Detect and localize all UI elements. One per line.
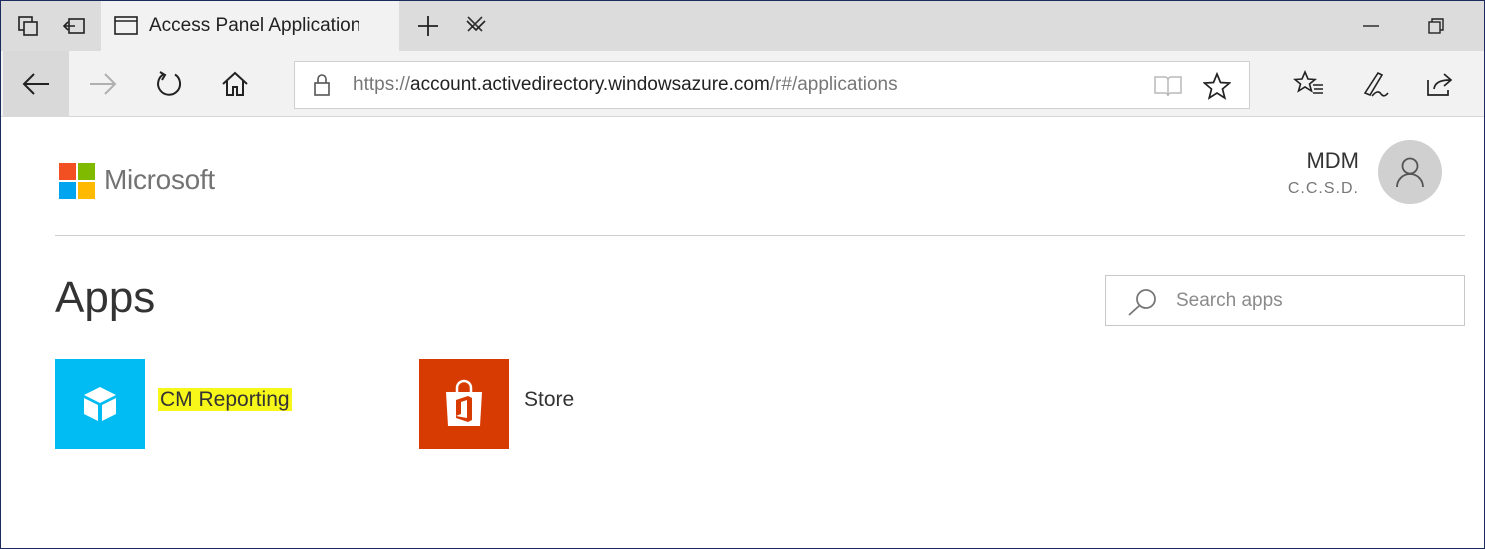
office-bag-icon	[446, 379, 482, 426]
cube-icon	[84, 387, 116, 421]
share-icon[interactable]	[1411, 61, 1467, 107]
user-organization: C.C.S.D.	[1287, 180, 1359, 197]
app-tile-cm-reporting[interactable]	[55, 359, 145, 449]
page-icon	[114, 15, 138, 42]
lock-icon	[313, 73, 331, 102]
home-icon[interactable]	[207, 61, 263, 107]
app-label-store[interactable]: Store	[524, 388, 574, 412]
tabs-aside-icon[interactable]	[57, 9, 91, 43]
microsoft-logo	[59, 163, 95, 199]
browser-window: Access Panel Application https://account…	[0, 0, 1485, 549]
url-text[interactable]: https://account.activedirectory.windowsa…	[353, 74, 898, 96]
url-host: account.activedirectory.windowsazure.com	[410, 74, 770, 95]
user-name[interactable]: MDM	[1306, 148, 1359, 174]
app-tile-store[interactable]	[419, 359, 509, 449]
address-bar[interactable]: https://account.activedirectory.windowsa…	[294, 61, 1250, 109]
search-box[interactable]	[1105, 275, 1465, 326]
app-label-cm-reporting[interactable]: CM Reporting	[158, 388, 292, 412]
tab-bar: Access Panel Application	[1, 1, 1484, 51]
page-content: Microsoft MDM C.C.S.D. Apps CM Reporting	[1, 118, 1484, 548]
favorite-star-icon[interactable]	[1202, 71, 1232, 105]
navigation-bar: https://account.activedirectory.windowsa…	[1, 51, 1484, 117]
logo-yellow-square	[78, 182, 95, 199]
refresh-icon[interactable]	[141, 61, 197, 107]
favorites-list-icon[interactable]	[1281, 61, 1337, 107]
user-icon	[1396, 157, 1424, 188]
tab-title: Access Panel Application	[149, 15, 359, 36]
search-icon	[1126, 287, 1160, 322]
url-path: /r#/applications	[769, 74, 898, 95]
restore-icon[interactable]	[1421, 13, 1451, 39]
logo-green-square	[78, 163, 95, 180]
minimize-icon[interactable]	[1356, 13, 1386, 39]
tab-active[interactable]: Access Panel Application	[101, 1, 483, 51]
back-icon[interactable]	[3, 51, 69, 117]
logo-red-square	[59, 163, 76, 180]
brand-name: Microsoft	[104, 164, 215, 195]
header-divider	[55, 235, 1465, 236]
url-scheme: https://	[353, 74, 411, 95]
page-title: Apps	[55, 273, 156, 322]
avatar[interactable]	[1378, 140, 1442, 204]
tab-preview-icon[interactable]	[11, 9, 45, 43]
search-input[interactable]	[1176, 286, 1446, 316]
chevron-down-icon[interactable]	[459, 9, 493, 43]
logo-blue-square	[59, 182, 76, 199]
pen-notes-icon[interactable]	[1347, 61, 1403, 107]
new-tab-icon[interactable]	[411, 9, 445, 43]
reading-view-icon[interactable]	[1153, 74, 1183, 103]
forward-icon[interactable]	[75, 61, 131, 107]
